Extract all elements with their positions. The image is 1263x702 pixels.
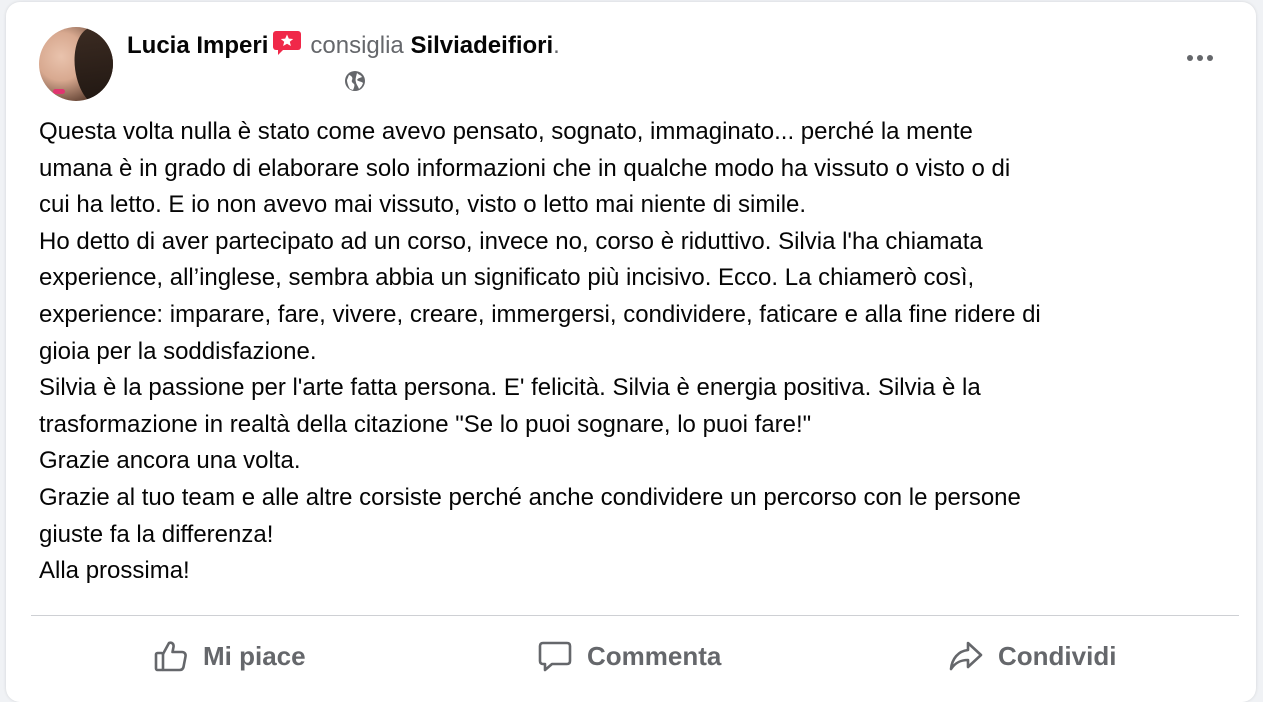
- author-name[interactable]: Lucia Imperi: [127, 32, 268, 59]
- post-body-line: umana è in grado di elaborare solo infor…: [39, 154, 1011, 182]
- post-body: Questa volta nulla è stato come avevo pe…: [39, 114, 1239, 590]
- post-body-line: giuste fa la differenza!: [39, 520, 274, 548]
- post-body-line: experience: imparare, fare, vivere, crea…: [39, 300, 1041, 328]
- more-dot-icon: [1197, 55, 1203, 61]
- post-body-line: gioia per la soddisfazione.: [39, 337, 317, 365]
- share-button[interactable]: Condividi: [948, 634, 1116, 678]
- post-body-line: Silvia è la passione per l'arte fatta pe…: [39, 374, 981, 402]
- more-dot-icon: [1207, 55, 1213, 61]
- post-header: Lucia Imperi consiglia Silviadeifiori.: [127, 30, 560, 61]
- comment-button[interactable]: Commenta: [537, 634, 721, 678]
- like-button[interactable]: Mi piace: [153, 634, 306, 678]
- like-label: Mi piace: [203, 640, 306, 671]
- comment-label: Commenta: [587, 640, 722, 671]
- header-period: .: [553, 32, 560, 59]
- thumbs-up-icon: [154, 641, 187, 672]
- share-label: Condividi: [998, 640, 1117, 671]
- post-body-line: cui ha letto. E io non avevo mai vissuto…: [39, 191, 807, 219]
- post-body-line: trasformazione in realtà della citazione…: [39, 410, 812, 438]
- more-options-button[interactable]: [1180, 44, 1220, 72]
- actions-divider: [31, 615, 1239, 616]
- post-body-line: Ho detto di aver partecipato ad un corso…: [39, 227, 983, 255]
- recommended-page-name[interactable]: Silviadeifiori: [410, 32, 553, 59]
- post-body-line: Grazie ancora una volta.: [39, 447, 301, 475]
- recommendation-star-icon: [273, 31, 302, 55]
- post-body-line: Alla prossima!: [39, 557, 190, 585]
- author-avatar[interactable]: [39, 27, 113, 101]
- more-dot-icon: [1187, 55, 1193, 61]
- post-body-line: Grazie al tuo team e alle altre corsiste…: [39, 483, 1021, 511]
- recommends-text: consiglia: [310, 32, 404, 59]
- post-card: Lucia Imperi consiglia Silviadeifiori. Q…: [6, 2, 1256, 702]
- post-body-line: Questa volta nulla è stato come avevo pe…: [39, 118, 973, 145]
- globe-icon[interactable]: [344, 70, 366, 92]
- post-body-line: experience, all’inglese, sembra abbia un…: [39, 264, 975, 292]
- share-arrow-icon: [949, 641, 983, 671]
- comment-bubble-icon: [538, 641, 572, 672]
